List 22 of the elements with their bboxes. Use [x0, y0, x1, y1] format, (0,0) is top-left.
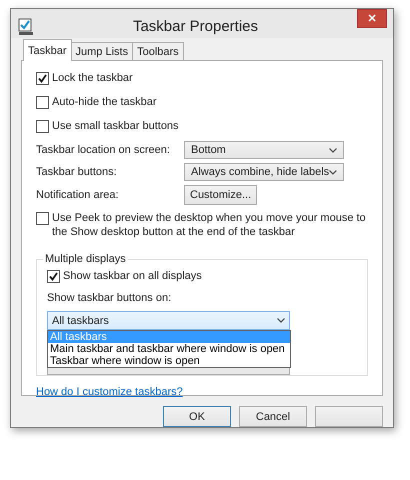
customize-button[interactable]: Customize...	[184, 185, 258, 205]
close-button[interactable]: ✕	[357, 9, 387, 28]
tab[interactable]: Taskbar	[23, 39, 72, 61]
setting-label: Taskbar buttons:	[36, 166, 118, 178]
setting-label: Taskbar location on screen:	[36, 144, 171, 156]
dropdown[interactable]: Bottom	[184, 141, 344, 159]
tab[interactable]: Jump Lists	[70, 42, 134, 60]
checkbox-label: Use Peek to preview the desktop when you move your mouse to the Show desktop button at the end of the taskbar	[52, 211, 367, 239]
dropdown[interactable]: Always combine, hide labels	[184, 163, 344, 181]
setting-label: Notification area:	[36, 189, 120, 201]
help-link[interactable]: How do I customize taskbars?	[36, 386, 183, 398]
field-label: Show taskbar buttons on:	[47, 291, 172, 305]
window-title: Taskbar Properties	[132, 18, 260, 35]
tab[interactable]: Toolbars	[132, 42, 184, 60]
dialog-button[interactable]: OK	[163, 406, 231, 427]
checkbox-label: Lock the taskbar	[52, 71, 133, 85]
dialog-button[interactable]: Cancel	[239, 406, 307, 427]
checkbox-label: Use small taskbar buttons	[52, 119, 179, 133]
group-title: Multiple displays	[44, 253, 127, 265]
checkbox-label: Show taskbar on all displays	[63, 269, 202, 283]
checkbox-label: Auto-hide the taskbar	[52, 95, 157, 109]
dropdown[interactable]: All taskbars	[47, 311, 290, 330]
